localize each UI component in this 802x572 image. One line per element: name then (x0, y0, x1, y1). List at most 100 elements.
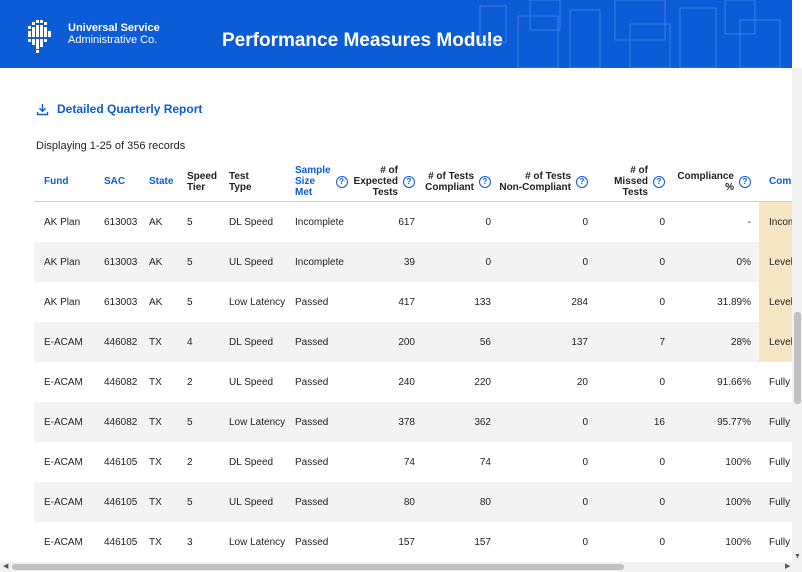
help-icon[interactable]: ? (403, 175, 415, 188)
header-decoration (479, 0, 781, 68)
table-cell: AK Plan (34, 242, 94, 282)
table-cell: 157 (474, 536, 491, 548)
horizontal-scrollbar-thumb[interactable] (12, 564, 624, 570)
table-cell: 2 (187, 376, 193, 388)
table-cell: 0 (582, 216, 588, 228)
table-cell: Low Latency (229, 536, 285, 548)
table-cell: TX (149, 376, 162, 388)
col-header-missed-tests: # of Missed Tests ? (596, 162, 673, 202)
table-cell: AK Plan (44, 296, 81, 308)
scroll-down-arrow-icon[interactable]: ▼ (794, 553, 801, 560)
table-cell: Level 4 (759, 242, 792, 282)
col-header-fund[interactable]: Fund (34, 162, 94, 202)
table-cell: DL Speed (229, 216, 274, 228)
help-icon[interactable]: ? (653, 175, 665, 188)
table-cell: AK (149, 216, 163, 228)
col-header-compliance-percent: Compliance % ? (673, 162, 759, 202)
performance-table: Fund SAC State Speed Tier Test Type Sample… (34, 162, 792, 562)
table-row: E-ACAM 446082 TX 2 UL Speed Passed 240 220 20 0 91… (34, 362, 792, 402)
detailed-quarterly-report-link[interactable]: Detailed Quarterly Report (36, 102, 202, 116)
col-header-test-type: Test Type (219, 162, 285, 202)
table-cell: - (747, 216, 751, 228)
table-cell: 613003 (104, 296, 138, 308)
table-cell: UL Speed (219, 482, 285, 522)
table-cell: Fully C (759, 482, 792, 522)
table-cell: AK (149, 296, 163, 308)
table-cell: Low Latency (219, 402, 285, 442)
table-cell: 0 (499, 402, 596, 442)
table-cell: DL Speed (229, 456, 274, 468)
header-bar: Universal Service Administrative Co. Per… (0, 0, 792, 68)
table-cell: TX (139, 482, 177, 522)
table-cell: Incomplete (285, 242, 347, 282)
table-cell: DL Speed (219, 322, 285, 362)
table-cell: 0 (659, 216, 665, 228)
help-icon[interactable]: ? (335, 175, 348, 188)
col-header-tests-compliant: # of Tests Compliant ? (423, 162, 499, 202)
table-cell: 16 (596, 402, 673, 442)
table-cell: 200 (347, 322, 423, 362)
table-cell: 0% (673, 242, 759, 282)
records-count: Displaying 1-25 of 356 records (36, 140, 186, 152)
table-cell: TX (149, 456, 162, 468)
performance-table-container: Fund SAC State Speed Tier Test Type Sample… (34, 162, 792, 562)
table-cell: TX (139, 322, 177, 362)
table-cell: 0 (659, 536, 665, 548)
table-cell: 446105 (104, 456, 138, 468)
col-header-speed-tier: Speed Tier (177, 162, 219, 202)
report-link-label: Detailed Quarterly Report (57, 102, 203, 116)
table-cell: 100% (673, 482, 759, 522)
table-cell: E-ACAM (44, 536, 83, 548)
table-cell: 446082 (104, 376, 138, 388)
help-icon[interactable]: ? (479, 175, 491, 188)
table-cell: 74 (403, 456, 415, 468)
table-cell: E-ACAM (34, 482, 94, 522)
scroll-left-arrow-icon[interactable]: ◀ (3, 562, 8, 570)
col-header-sample-size-met[interactable]: Sample Size Met ? (285, 162, 348, 202)
table-row: E-ACAM 446105 TX 2 DL Speed Passed 74 74 0 0 100% F… (34, 442, 792, 482)
table-cell: Incomplete (295, 216, 344, 228)
table-cell: 446082 (94, 402, 139, 442)
table-cell: 378 (347, 402, 423, 442)
col-header-state[interactable]: State (139, 162, 177, 202)
table-cell: 95.77% (673, 402, 759, 442)
table-cell: Level 4 (759, 282, 792, 322)
brand-name: Universal Service Administrative Co. (68, 22, 160, 46)
table-cell: 617 (398, 216, 415, 228)
table-cell: TX (139, 402, 177, 442)
table-cell: AK (139, 242, 177, 282)
table-cell: 157 (398, 536, 415, 548)
table-cell: 137 (499, 322, 596, 362)
vertical-scrollbar-thumb[interactable] (794, 312, 801, 404)
table-cell: 31.89% (717, 296, 751, 308)
table-cell: 56 (423, 322, 499, 362)
table-cell: 0 (659, 296, 665, 308)
table-cell: 446082 (94, 322, 139, 362)
table-cell: Passed (285, 402, 347, 442)
table-row: AK Plan 613003 AK 5 Low Latency Passed 417 133 2… (34, 282, 792, 322)
col-header-sac[interactable]: SAC (94, 162, 139, 202)
table-cell: 362 (423, 402, 499, 442)
table-cell: 133 (474, 296, 491, 308)
table-cell: Passed (295, 376, 329, 388)
page-title: Performance Measures Module (222, 30, 503, 51)
table-cell: 0 (499, 242, 596, 282)
table-cell: 0 (596, 242, 673, 282)
col-header-compliance-status[interactable]: Comp (759, 162, 792, 202)
table-cell: 100% (725, 536, 751, 548)
table-cell: 0 (499, 482, 596, 522)
table-cell: 613003 (104, 216, 138, 228)
table-cell: TX (149, 536, 162, 548)
help-icon[interactable]: ? (739, 175, 751, 188)
help-icon[interactable]: ? (576, 175, 588, 188)
table-cell: 0 (582, 456, 588, 468)
table-cell: Fully C (759, 402, 792, 442)
table-cell: Fully C (769, 376, 792, 388)
table-cell: 284 (571, 296, 588, 308)
table-cell: 7 (596, 322, 673, 362)
table-cell: 5 (187, 296, 193, 308)
scroll-right-arrow-icon[interactable]: ▶ (785, 562, 790, 570)
table-cell: 0 (582, 536, 588, 548)
table-cell: 5 (177, 482, 219, 522)
table-cell: 0 (596, 482, 673, 522)
